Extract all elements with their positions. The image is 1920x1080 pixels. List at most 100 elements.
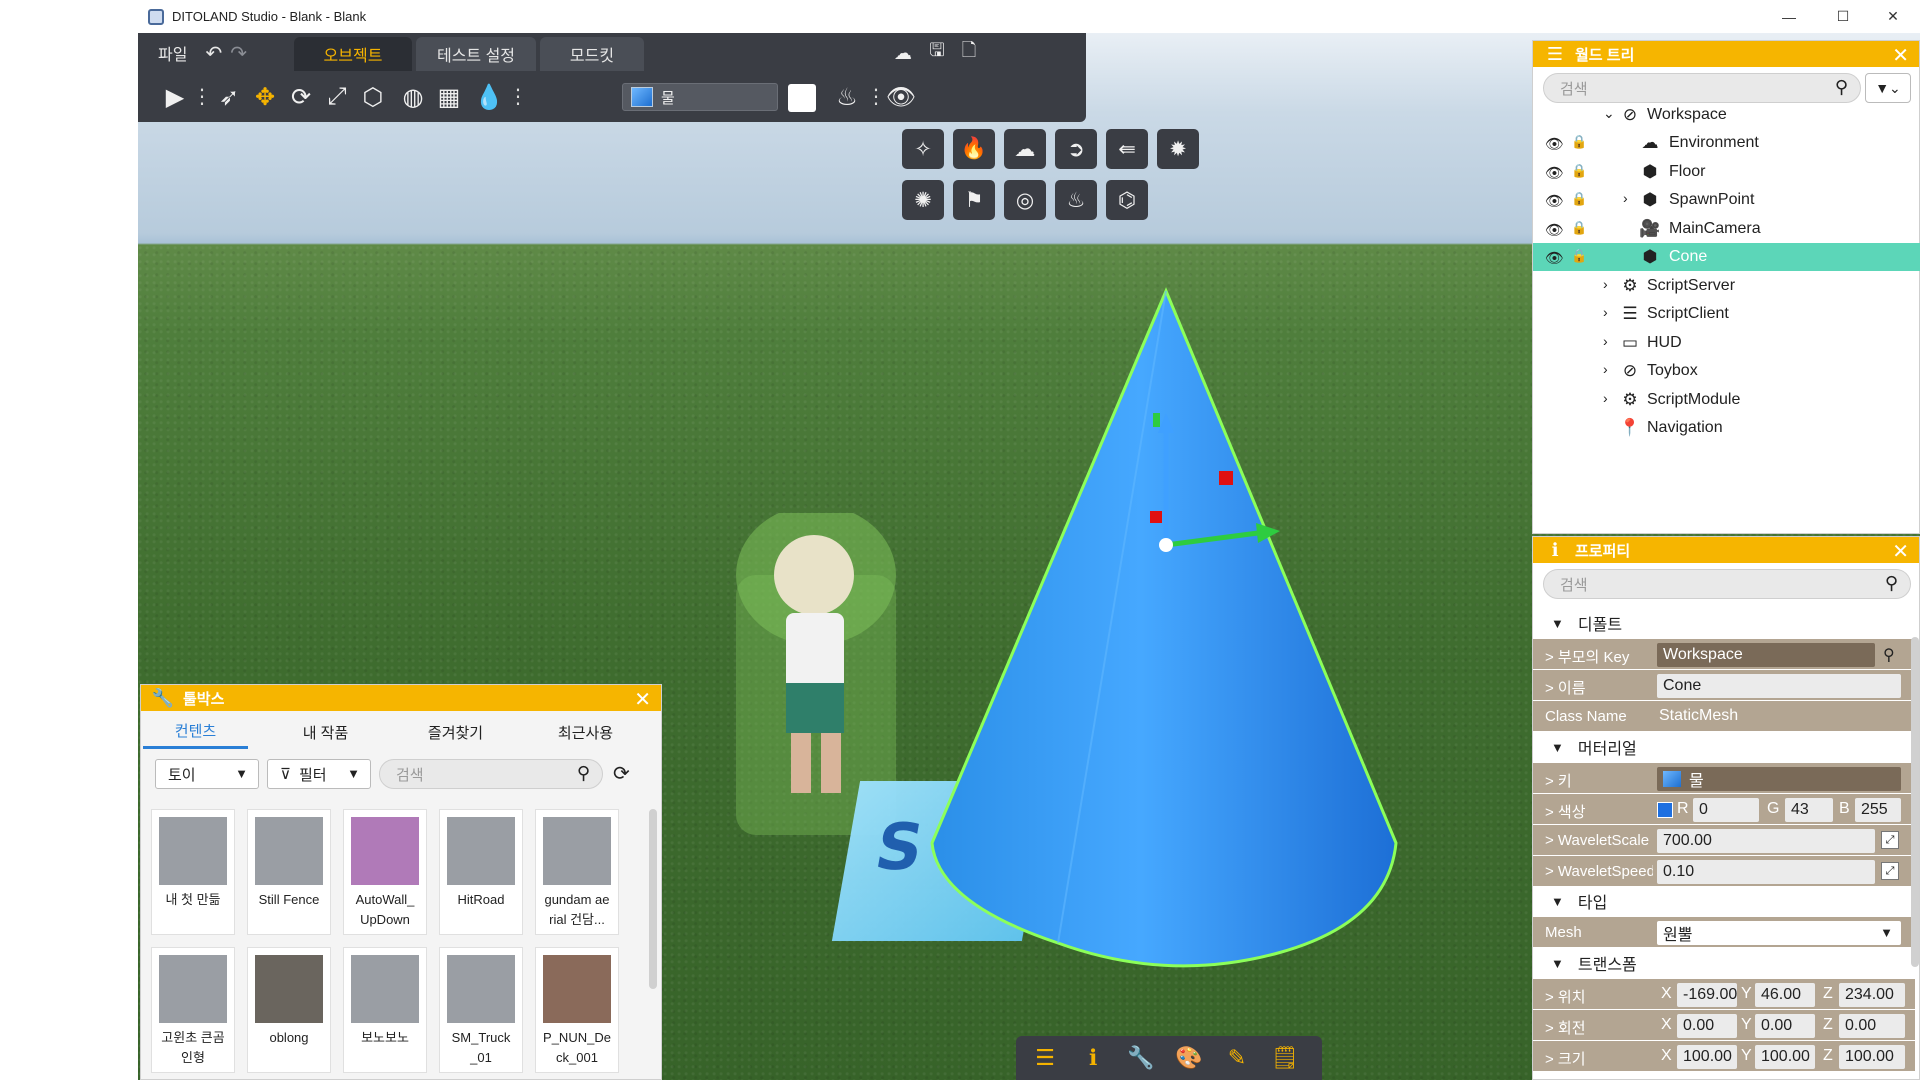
fire-effect-button[interactable]: 🔥: [953, 129, 995, 169]
sparkle-effect-button[interactable]: ✧: [902, 129, 944, 169]
lock-icon[interactable]: 🔒: [1571, 220, 1587, 236]
mesh-select[interactable]: 원뿔 ▼: [1657, 921, 1901, 945]
undo-icon[interactable]: ↶: [205, 41, 222, 66]
tree-item-spawnpoint[interactable]: 👁 🔒 › ⬢ SpawnPoint: [1533, 186, 1920, 214]
chevron-right-icon[interactable]: ›: [1603, 390, 1617, 410]
tab-modkit[interactable]: 모드킷: [540, 37, 644, 71]
lock-icon[interactable]: 🔒: [1571, 248, 1587, 264]
eye-icon[interactable]: 👁: [1545, 164, 1565, 182]
maximize-button[interactable]: ☐: [1818, 0, 1868, 33]
new-file-icon[interactable]: 🗋: [956, 40, 982, 65]
cone-mesh[interactable]: [918, 283, 1418, 1003]
info-toggle-icon[interactable]: ℹ: [1076, 1042, 1110, 1074]
chevron-right-icon[interactable]: ›: [1603, 276, 1617, 296]
edit-toggle-icon[interactable]: ✎: [1220, 1042, 1254, 1074]
expand-icon[interactable]: ⤢: [1881, 831, 1899, 849]
grid-snap-icon[interactable]: ▦: [432, 80, 466, 114]
world-tree-filter-button[interactable]: ▼⌄: [1865, 73, 1911, 103]
scale-y-field[interactable]: 100.00: [1755, 1045, 1815, 1069]
eye-icon[interactable]: 👁: [1545, 135, 1565, 153]
rotate-icon[interactable]: ⟳: [284, 80, 318, 114]
search-icon[interactable]: ⚲: [577, 763, 590, 784]
tree-item-workspace[interactable]: ⌄ ⊘ Workspace: [1533, 101, 1920, 129]
tornado-effect-button[interactable]: ⌬: [1106, 180, 1148, 220]
close-window-button[interactable]: ✕: [1868, 0, 1918, 33]
toolbox-item[interactable]: Still Fence: [247, 809, 331, 935]
burst-effect-button[interactable]: ✺: [902, 180, 944, 220]
toolbox-toggle-icon[interactable]: 🔧: [1124, 1042, 1158, 1074]
search-icon[interactable]: ⚲: [1835, 77, 1848, 98]
search-icon[interactable]: ⚲: [1885, 573, 1898, 594]
tab-contents[interactable]: 컨텐츠: [143, 715, 248, 749]
close-icon[interactable]: ✕: [1892, 43, 1909, 68]
material-options-icon[interactable]: ⋮: [508, 83, 528, 111]
toolbox-item[interactable]: 내 첫 만듦: [151, 809, 235, 935]
minimize-button[interactable]: —: [1764, 0, 1814, 33]
tab-favorites[interactable]: 즐겨찾기: [403, 715, 508, 749]
save-icon[interactable]: 🖫: [924, 40, 950, 65]
eye-icon[interactable]: 👁: [1545, 192, 1565, 210]
search-icon[interactable]: ⚲: [1883, 645, 1895, 665]
color-swatch[interactable]: [1657, 802, 1673, 818]
tab-test-settings[interactable]: 테스트 설정: [416, 37, 536, 71]
tree-item-floor[interactable]: 👁 🔒 ⬢ Floor: [1533, 158, 1920, 186]
tree-item-navigation[interactable]: 📍 Navigation: [1533, 414, 1920, 442]
eye-icon[interactable]: 👁: [1545, 221, 1565, 239]
eye-icon[interactable]: 👁: [1545, 249, 1565, 267]
tree-item-scriptserver[interactable]: › ⚙ ScriptServer: [1533, 272, 1920, 300]
flag-effect-button[interactable]: ⚑: [953, 180, 995, 220]
scale-z-field[interactable]: 100.00: [1839, 1045, 1905, 1069]
toolbox-item[interactable]: AutoWall_ UpDown: [343, 809, 427, 935]
play-options-icon[interactable]: ⋮: [192, 83, 212, 111]
beam-effect-button[interactable]: ⇚: [1106, 129, 1148, 169]
tab-object[interactable]: 오브젝트: [294, 37, 412, 71]
color-b-field[interactable]: 255: [1855, 798, 1901, 822]
tree-item-hud[interactable]: › ▭ HUD: [1533, 329, 1920, 357]
expand-icon[interactable]: ⤢: [1881, 862, 1899, 880]
section-type[interactable]: ▼ 타입: [1533, 887, 1920, 915]
tree-item-scriptmodule[interactable]: › ⚙ ScriptModule: [1533, 386, 1920, 414]
material-key-field[interactable]: 물: [1657, 767, 1901, 791]
lock-icon[interactable]: 🔒: [1571, 163, 1587, 179]
material-selector[interactable]: 물: [622, 83, 778, 111]
select-icon[interactable]: ➶: [212, 80, 246, 114]
scale-icon[interactable]: ⤢: [320, 80, 354, 114]
toolbox-item[interactable]: HitRoad: [439, 809, 523, 935]
move-icon[interactable]: ✥: [248, 80, 282, 114]
filter-dropdown[interactable]: ⊽ 필터 ▼: [267, 759, 371, 789]
ring-effect-button[interactable]: ◎: [1004, 180, 1046, 220]
color-g-field[interactable]: 43: [1785, 798, 1833, 822]
scale-x-field[interactable]: 100.00: [1677, 1045, 1737, 1069]
wavelet-speed-field[interactable]: 0.10: [1657, 860, 1875, 884]
transform-icon[interactable]: ⬡: [356, 80, 390, 114]
close-icon[interactable]: ✕: [1892, 539, 1909, 564]
properties-scrollbar[interactable]: [1911, 637, 1919, 967]
section-transform[interactable]: ▼ 트랜스폼: [1533, 949, 1920, 977]
world-space-icon[interactable]: ◍: [396, 80, 430, 114]
redo-icon[interactable]: ↷: [230, 41, 247, 66]
section-default[interactable]: ▼ 디폴트: [1533, 609, 1920, 637]
category-dropdown[interactable]: 토이 ▼: [155, 759, 259, 789]
visibility-filter-icon[interactable]: 👁: [884, 80, 918, 114]
toolbox-item[interactable]: 고윈초 큰곰 인형: [151, 947, 235, 1073]
upload-icon[interactable]: ☁: [890, 41, 916, 65]
tree-item-toybox[interactable]: › ⊘ Toybox: [1533, 357, 1920, 385]
tab-my-works[interactable]: 내 작품: [273, 715, 378, 749]
notes-toggle-icon[interactable]: 🗒: [1268, 1042, 1302, 1074]
section-material[interactable]: ▼ 머터리얼: [1533, 733, 1920, 761]
position-x-field[interactable]: -169.00: [1677, 983, 1737, 1007]
chevron-right-icon[interactable]: ›: [1603, 304, 1617, 324]
toolbox-search-input[interactable]: 검색 ⚲: [379, 759, 603, 789]
world-tree-search-input[interactable]: 검색 ⚲: [1543, 73, 1861, 103]
position-y-field[interactable]: 46.00: [1755, 983, 1815, 1007]
effects-options-icon[interactable]: ⋮: [866, 83, 886, 111]
color-picker-swatch[interactable]: [788, 84, 816, 112]
close-icon[interactable]: ✕: [634, 687, 651, 712]
smoke-effect-button[interactable]: ☁: [1004, 129, 1046, 169]
tree-item-environment[interactable]: 👁 🔒 ☁ Environment: [1533, 129, 1920, 157]
chevron-down-icon[interactable]: ⌄: [1603, 105, 1617, 125]
world-tree-toggle-icon[interactable]: ☰: [1028, 1042, 1062, 1074]
toolbox-item[interactable]: SM_Truck _01: [439, 947, 523, 1073]
trail-effect-button[interactable]: ➲: [1055, 129, 1097, 169]
toolbox-item[interactable]: gundam ae rial 건담...: [535, 809, 619, 935]
